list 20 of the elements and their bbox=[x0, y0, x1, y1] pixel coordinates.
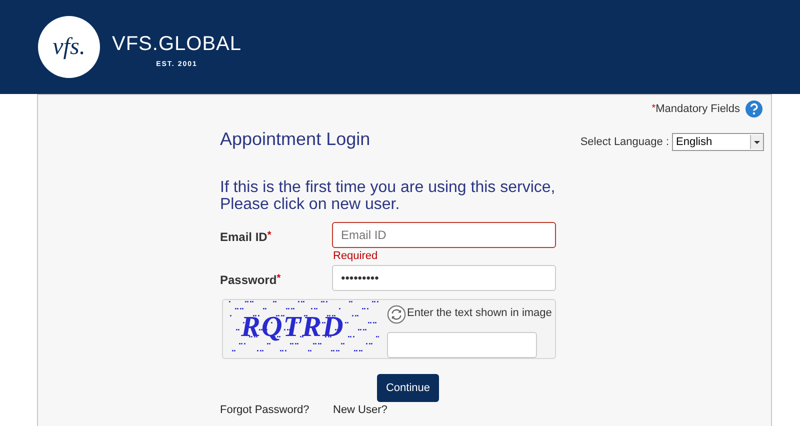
text-link[interactable]: Forgot Password? bbox=[220, 404, 333, 416]
error-message: Required bbox=[332, 250, 379, 263]
intro-text: If this is the first time you are using this service, Please click on new user. bbox=[220, 179, 556, 213]
continue-button[interactable]: Continue bbox=[376, 374, 440, 402]
language-select[interactable]: English bbox=[672, 133, 764, 151]
field-label: Password* bbox=[220, 272, 282, 289]
page-title: Appointment Login bbox=[220, 129, 372, 151]
logo-mark: vfs. bbox=[52, 34, 86, 60]
help-icon[interactable] bbox=[745, 100, 763, 118]
brand-name: VFS.GLOBAL bbox=[112, 32, 242, 56]
field-label: Email ID* bbox=[220, 229, 272, 246]
captcha-image: RQTRD bbox=[229, 301, 379, 357]
input-field[interactable]: Email ID bbox=[332, 222, 556, 248]
mandatory-note: *Mandatory Fields bbox=[652, 103, 740, 115]
captcha-input[interactable] bbox=[387, 332, 537, 358]
input-field[interactable]: ••••••••• bbox=[332, 265, 556, 291]
language-label: Select Language : bbox=[580, 136, 669, 148]
refresh-icon[interactable] bbox=[387, 305, 406, 324]
captcha-prompt: Enter the text shown in image bbox=[407, 306, 552, 318]
text-link[interactable]: New User? bbox=[333, 404, 446, 416]
